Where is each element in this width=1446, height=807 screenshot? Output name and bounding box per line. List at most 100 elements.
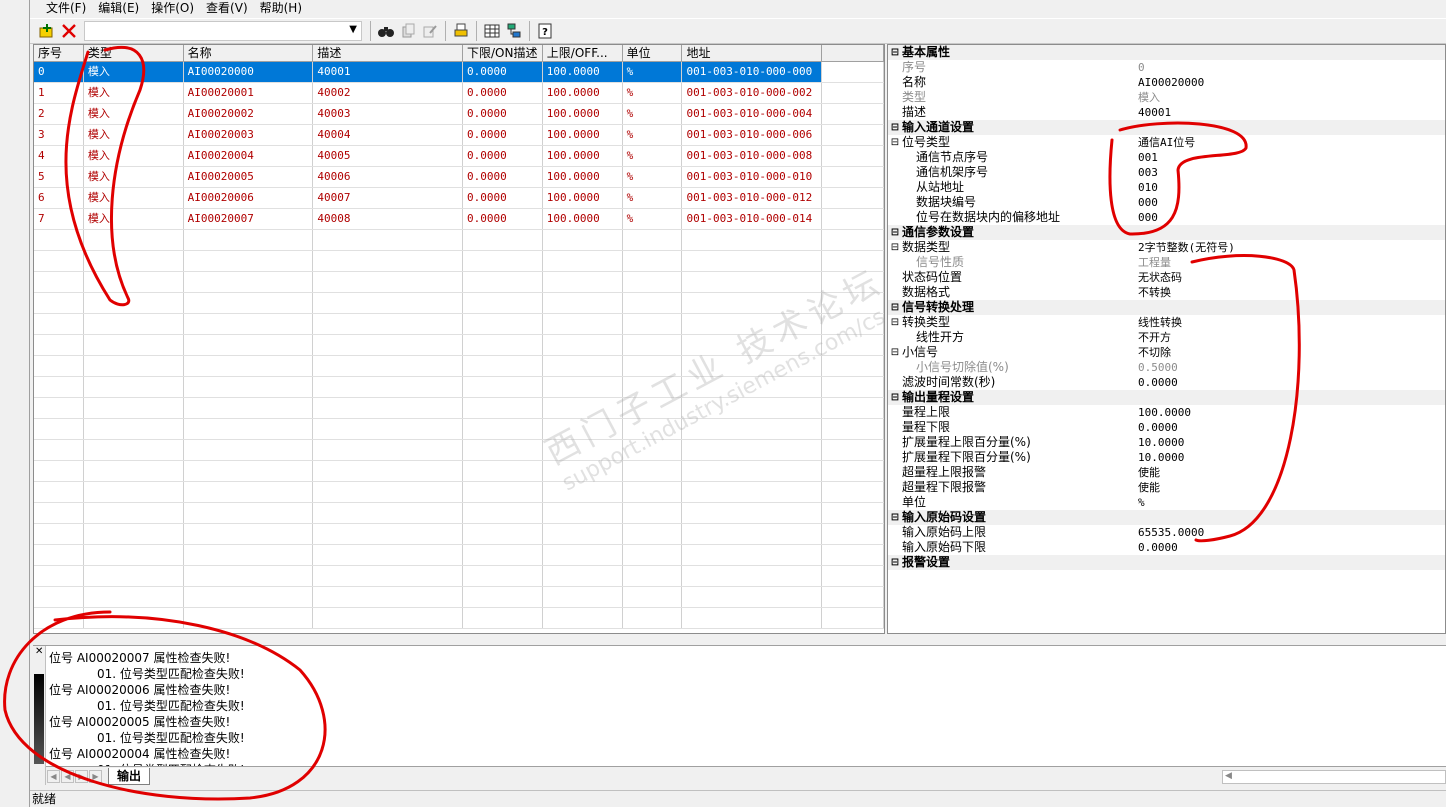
property-section[interactable]: ⊟ 通信参数设置 bbox=[888, 225, 1445, 240]
property-value[interactable]: 通信AI位号 bbox=[1138, 135, 1445, 150]
next-tab-icon[interactable]: ▶ bbox=[75, 770, 88, 783]
cell-name[interactable]: AI00020000 bbox=[183, 62, 314, 82]
cell-address[interactable]: 001-003-010-000-008 bbox=[682, 146, 823, 166]
collapse-icon[interactable]: ⊟ bbox=[888, 45, 902, 60]
cell-unit[interactable]: % bbox=[623, 83, 683, 103]
cell-index[interactable]: 6 bbox=[34, 188, 84, 208]
property-row[interactable]: 数据格式 不转换 bbox=[888, 285, 1445, 300]
col-header-high[interactable]: 上限/OFF... bbox=[543, 45, 623, 61]
cell-high[interactable]: 100.0000 bbox=[543, 146, 623, 166]
cell-address[interactable]: 001-003-010-000-006 bbox=[682, 125, 823, 145]
cell-address[interactable]: 001-003-010-000-004 bbox=[682, 104, 823, 124]
collapse-icon[interactable]: ⊟ bbox=[888, 345, 902, 360]
cell-high[interactable]: 100.0000 bbox=[543, 167, 623, 187]
cell-type[interactable]: 模入 bbox=[84, 209, 184, 229]
print-icon[interactable] bbox=[450, 20, 472, 42]
property-value[interactable]: 65535.0000 bbox=[1138, 525, 1445, 540]
cell-index[interactable]: 7 bbox=[34, 209, 84, 229]
cell-type[interactable]: 模入 bbox=[84, 104, 184, 124]
property-section[interactable]: ⊟ 报警设置 bbox=[888, 555, 1445, 570]
cell-desc[interactable]: 40004 bbox=[313, 125, 463, 145]
cell-low[interactable]: 0.0000 bbox=[463, 125, 543, 145]
cell-desc[interactable]: 40008 bbox=[313, 209, 463, 229]
table-row[interactable]: 7 模入 AI00020007 40008 0.0000 100.0000% 001-003… bbox=[34, 209, 884, 230]
property-value[interactable]: 000 bbox=[1138, 210, 1445, 225]
cell-low[interactable]: 0.0000 bbox=[463, 146, 543, 166]
cell-unit[interactable]: % bbox=[623, 209, 683, 229]
cell-address[interactable]: 001-003-010-000-010 bbox=[682, 167, 823, 187]
log-line[interactable]: 01. 位号类型匹配检查失败! bbox=[49, 730, 245, 746]
property-row[interactable]: ⊟ 位号类型 通信AI位号 bbox=[888, 135, 1445, 150]
tab-output[interactable]: 输出 bbox=[108, 768, 151, 785]
collapse-icon[interactable]: ⊟ bbox=[888, 510, 902, 525]
property-row[interactable]: ⊟ 数据类型 2字节整数(无符号) bbox=[888, 240, 1445, 255]
property-value[interactable]: 10.0000 bbox=[1138, 450, 1445, 465]
prev-tab-icon[interactable]: ◀ bbox=[61, 770, 74, 783]
menu-help[interactable]: 帮助(H) bbox=[254, 0, 308, 16]
cell-desc[interactable]: 40007 bbox=[313, 188, 463, 208]
property-row[interactable]: 状态码位置 无状态码 bbox=[888, 270, 1445, 285]
collapse-icon[interactable]: ⊟ bbox=[888, 225, 902, 240]
collapse-icon[interactable]: ⊟ bbox=[888, 315, 902, 330]
cell-type[interactable]: 模入 bbox=[84, 188, 184, 208]
cell-index[interactable]: 5 bbox=[34, 167, 84, 187]
property-section[interactable]: ⊟ 信号转换处理 bbox=[888, 300, 1445, 315]
horizontal-scrollbar[interactable]: ◀ bbox=[1222, 770, 1446, 784]
tag-search-combo[interactable]: ▼ bbox=[84, 21, 362, 41]
property-row[interactable]: 小信号切除值(%) 0.5000 bbox=[888, 360, 1445, 375]
property-row[interactable]: 通信节点序号 001 bbox=[888, 150, 1445, 165]
property-value[interactable]: 无状态码 bbox=[1138, 270, 1445, 285]
find-icon[interactable] bbox=[375, 20, 397, 42]
log-line[interactable]: 位号 AI00020004 属性检查失败! bbox=[49, 746, 245, 762]
cell-desc[interactable]: 40006 bbox=[313, 167, 463, 187]
cell-unit[interactable]: % bbox=[622, 62, 683, 82]
property-value[interactable]: 2字节整数(无符号) bbox=[1138, 240, 1445, 255]
cell-type[interactable]: 模入 bbox=[84, 83, 184, 103]
table-row[interactable]: 6 模入 AI00020006 40007 0.0000 100.0000% 001-003… bbox=[34, 188, 884, 209]
property-value[interactable]: 不转换 bbox=[1138, 285, 1445, 300]
menu-operate[interactable]: 操作(O) bbox=[145, 0, 200, 16]
property-row[interactable]: 输入原始码上限 65535.0000 bbox=[888, 525, 1445, 540]
cell-name[interactable]: AI00020002 bbox=[184, 104, 314, 124]
property-value[interactable]: % bbox=[1138, 495, 1445, 510]
col-header-unit[interactable]: 单位 bbox=[623, 45, 683, 61]
log-line[interactable]: 01. 位号类型匹配检查失败! bbox=[49, 698, 245, 714]
col-header-desc[interactable]: 描述 bbox=[313, 45, 463, 61]
property-row[interactable]: 通信机架序号 003 bbox=[888, 165, 1445, 180]
cell-unit[interactable]: % bbox=[623, 104, 683, 124]
property-row[interactable]: 滤波时间常数(秒) 0.0000 bbox=[888, 375, 1445, 390]
property-section[interactable]: ⊟ 输入原始码设置 bbox=[888, 510, 1445, 525]
property-section[interactable]: ⊟ 输入通道设置 bbox=[888, 120, 1445, 135]
cell-high[interactable]: 100.0000 bbox=[543, 83, 623, 103]
property-value[interactable]: 0 bbox=[1138, 60, 1445, 75]
cell-type[interactable]: 模入 bbox=[84, 167, 184, 187]
property-value[interactable]: 40001 bbox=[1138, 105, 1445, 120]
property-section[interactable]: ⊟ 输出量程设置 bbox=[888, 390, 1445, 405]
cell-index[interactable]: 0 bbox=[34, 62, 84, 82]
cell-desc[interactable]: 40001 bbox=[313, 62, 463, 82]
collapse-icon[interactable]: ⊟ bbox=[888, 120, 902, 135]
property-row[interactable]: 线性开方 不开方 bbox=[888, 330, 1445, 345]
cell-address[interactable]: 001-003-010-000-002 bbox=[682, 83, 823, 103]
property-value[interactable]: 使能 bbox=[1138, 480, 1445, 495]
property-row[interactable]: 位号在数据块内的偏移地址 000 bbox=[888, 210, 1445, 225]
menu-view[interactable]: 查看(V) bbox=[200, 0, 254, 16]
property-row[interactable]: 从站地址 010 bbox=[888, 180, 1445, 195]
property-row[interactable]: 量程上限 100.0000 bbox=[888, 405, 1445, 420]
cell-name[interactable]: AI00020004 bbox=[184, 146, 314, 166]
grid-icon[interactable] bbox=[481, 20, 503, 42]
cell-name[interactable]: AI00020005 bbox=[184, 167, 314, 187]
property-row[interactable]: 名称 AI00020000 bbox=[888, 75, 1445, 90]
property-section[interactable]: ⊟ 基本属性 bbox=[888, 45, 1445, 60]
property-value[interactable]: 工程量 bbox=[1138, 255, 1445, 270]
property-value[interactable]: 模入 bbox=[1138, 90, 1445, 105]
property-row[interactable]: 输入原始码下限 0.0000 bbox=[888, 540, 1445, 555]
property-value[interactable]: 100.0000 bbox=[1138, 405, 1445, 420]
cell-index[interactable]: 1 bbox=[34, 83, 84, 103]
property-row[interactable]: 描述 40001 bbox=[888, 105, 1445, 120]
property-row[interactable]: 类型 模入 bbox=[888, 90, 1445, 105]
col-header-type[interactable]: 类型 bbox=[84, 45, 184, 61]
menu-file[interactable]: 文件(F) bbox=[40, 0, 92, 16]
cell-desc[interactable]: 40005 bbox=[313, 146, 463, 166]
cell-type[interactable]: 模入 bbox=[84, 125, 184, 145]
